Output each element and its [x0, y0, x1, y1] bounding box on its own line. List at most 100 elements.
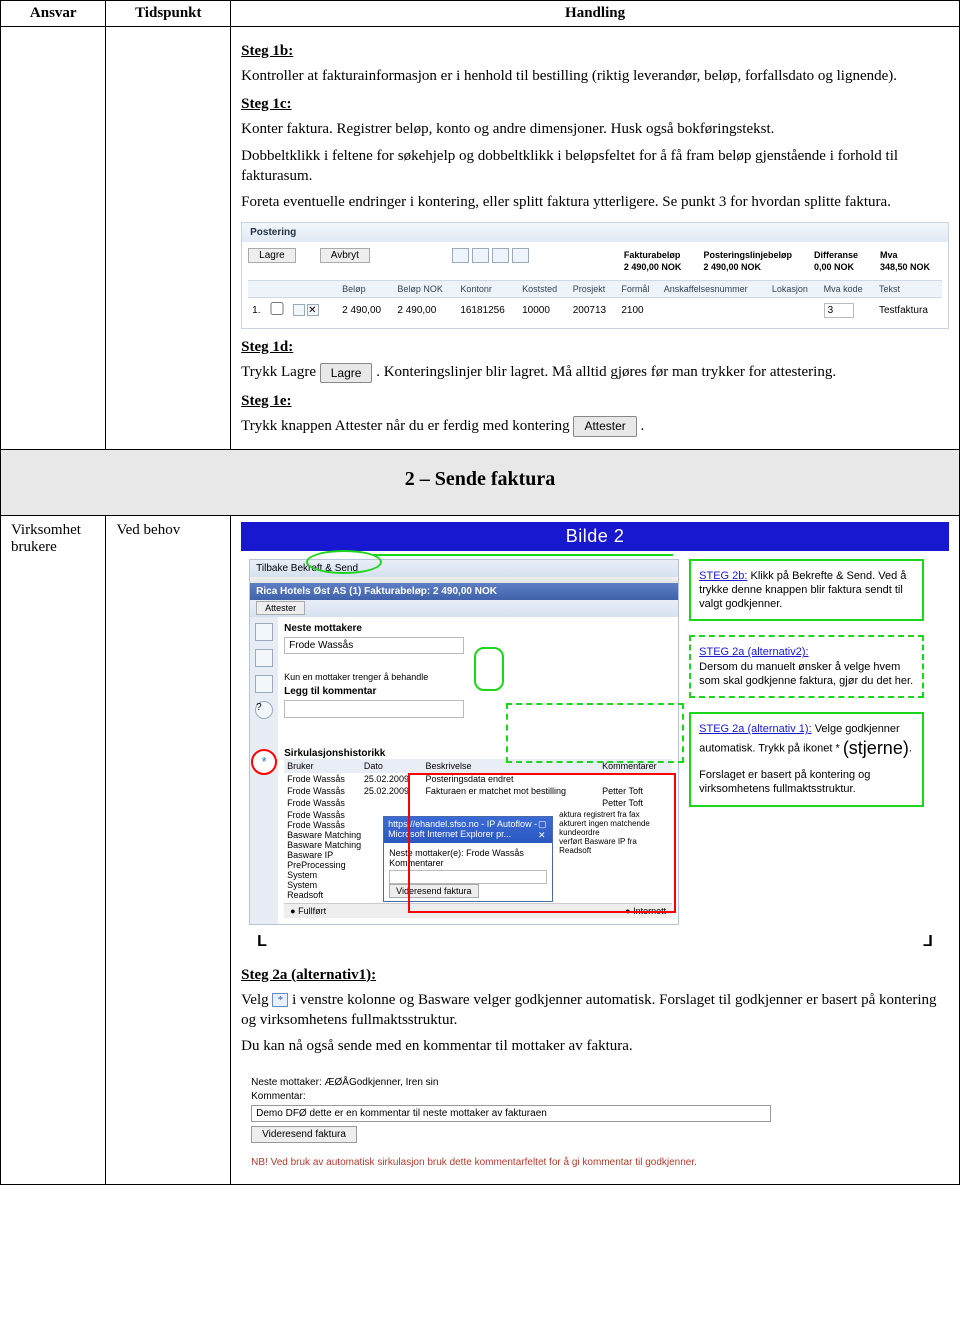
callout-2a2: STEG 2a (alternativ2): Dersom du manuelt… [689, 635, 924, 698]
mottaker-field[interactable]: Frode Wassås [284, 637, 464, 654]
section2-title: 2 – Sende faktura [1, 450, 959, 515]
sidebar-icon[interactable] [255, 623, 273, 641]
col-belop: Beløp [338, 281, 393, 298]
cell-konto: 16181256 [456, 298, 518, 323]
cell-belop: 2 490,00 [338, 298, 393, 323]
lagre-button[interactable]: Lagre [248, 248, 296, 263]
bilde2-app-window: Tilbake Bekreft & Send Rica Hotels Øst A… [249, 559, 679, 925]
callout-2a1: STEG 2a (alternativ 1): Velge godkjenner… [689, 712, 924, 806]
highlight-dashed-box-icon [506, 703, 684, 763]
summary-table: Fakturabeløp Posteringslinjebeløp Differ… [612, 248, 942, 274]
sum-v2: 2 490,00 NOK [693, 262, 802, 272]
postering-panel: Postering Lagre Avbryt Fakturabeløp Po [241, 222, 949, 329]
col-formal: Formål [617, 281, 659, 298]
s1d-pre: Trykk Lagre [241, 364, 320, 380]
cell-ansvar-2: Virksomhet brukere [1, 515, 106, 1185]
delete-icon[interactable]: ✕ [307, 304, 319, 316]
bilde2-figure: Bilde 2 Tilbake Bekreft & Send Rica Hote… [241, 522, 949, 957]
cell-tid-2: Ved behov [106, 515, 231, 1185]
cell-beloknok: 2 490,00 [393, 298, 456, 323]
s1e-post: . [641, 418, 645, 434]
sum-h2: Posteringslinjebeløp [693, 250, 802, 260]
outer-table: Ansvar Tidspunkt Handling Steg 1b: Kontr… [0, 0, 960, 1185]
cell-handling-2: Bilde 2 Tilbake Bekreft & Send Rica Hote… [231, 515, 960, 1185]
sum-v1: 2 490,00 NOK [614, 262, 692, 272]
figc-l1: Neste mottaker: ÆØÅGodkjenner, Iren sin [251, 1077, 939, 1088]
star-icon[interactable]: * [251, 749, 277, 775]
postering-title: Postering [242, 223, 948, 242]
row-checkbox[interactable] [270, 302, 284, 315]
toolbar-icons [452, 248, 529, 263]
copy-icon[interactable] [293, 304, 305, 316]
status-done: ● Fullført [290, 906, 326, 916]
sum-h4: Mva [870, 250, 940, 260]
toolbar-icon[interactable] [452, 248, 469, 263]
sum-v4: 348,50 NOK [870, 262, 940, 272]
toolbar-icon[interactable] [492, 248, 509, 263]
callout-2a2-text: Dersom du manuelt ønsker å velge hvem so… [699, 661, 913, 687]
callout-2a1-label: STEG 2a (alternativ 1): [699, 723, 812, 735]
cell-prosj: 200713 [569, 298, 618, 323]
col-tekst: Tekst [875, 281, 942, 298]
cell-tid-1 [106, 27, 231, 450]
th-bruker: Bruker [284, 759, 361, 773]
th-ansvar: Ansvar [1, 1, 106, 27]
cell-tekst: Testfaktura [875, 298, 942, 323]
steg-1e-title: Steg 1e: [241, 393, 949, 410]
figc-l2: Kommentar: [251, 1091, 939, 1102]
steg-2a-p1: Velg * i venstre kolonne og Basware velg… [241, 990, 949, 1031]
highlight-ring-icon [306, 550, 382, 574]
col-kost: Koststed [518, 281, 569, 298]
s1e-pre: Trykk knappen Attester når du er ferdig … [241, 418, 573, 434]
callout-2b-label: STEG 2b: [699, 570, 747, 582]
crop-mark-icon: L [923, 933, 933, 951]
sum-h1: Fakturabeløp [614, 250, 692, 260]
steg-1c-p1: Konter faktura. Registrer beløp, konto o… [241, 119, 949, 139]
cell-anskaff [660, 298, 768, 323]
sidebar-icon[interactable] [255, 649, 273, 667]
sum-h3: Differanse [804, 250, 868, 260]
stjerne-text: (stjerne) [843, 738, 909, 758]
sum-v3: 0,00 NOK [804, 262, 868, 272]
cell-lok [768, 298, 820, 323]
steg-1d-title: Steg 1d: [241, 339, 949, 356]
bilde2-title: Bilde 2 [241, 522, 949, 551]
steg-1b-text: Kontroller at fakturainformasjon er i he… [241, 66, 949, 86]
star-icon[interactable]: * [272, 993, 288, 1007]
toolbar-icon[interactable] [512, 248, 529, 263]
sidebar-icon[interactable] [255, 675, 273, 693]
attester-inline-button[interactable]: Attester [573, 416, 636, 436]
invoice-header: Rica Hotels Øst AS (1) Fakturabeløp: 2 4… [250, 583, 678, 600]
attester-button[interactable]: Attester [256, 601, 305, 615]
col-mva: Mva kode [820, 281, 875, 298]
col-lok: Lokasjon [768, 281, 820, 298]
mva-input[interactable] [824, 303, 854, 318]
col-konto: Kontonr [456, 281, 518, 298]
lagre-inline-button[interactable]: Lagre [320, 363, 373, 383]
th-tidspunkt: Tidspunkt [106, 1, 231, 27]
kommentar-panel: Neste mottaker: ÆØÅGodkjenner, Iren sin … [241, 1064, 949, 1178]
s2a-pre: Velg [241, 992, 272, 1008]
nb-text: NB! Ved bruk av automatisk sirkulasjon b… [251, 1157, 939, 1168]
steg-2a-title: Steg 2a (alternativ1): [241, 967, 949, 984]
cell-formal: 2100 [617, 298, 659, 323]
steg-1c-p2: Dobbeltklikk i feltene for søkehjelp og … [241, 146, 949, 187]
help-icon[interactable]: ? [255, 701, 273, 719]
posting-grid: Beløp Beløp NOK Kontonr Koststed Prosjek… [248, 280, 942, 322]
th-handling: Handling [231, 1, 960, 27]
cell-ansvar-1 [1, 27, 106, 450]
steg-2a-p2: Du kan nå også sende med en kommentar ti… [241, 1036, 949, 1056]
avbryt-button[interactable]: Avbryt [320, 248, 370, 263]
callout-2a2-label: STEG 2a (alternativ2): [699, 645, 914, 659]
toolbar-icon[interactable] [472, 248, 489, 263]
kommentar-input[interactable] [251, 1105, 771, 1122]
crop-mark-icon: L [257, 933, 267, 951]
s1d-post: . Konteringslinjer blir lagret. Må allti… [376, 364, 836, 380]
left-sidebar: ? * [250, 617, 278, 924]
callout-2a1-t3: Forslaget er basert på kontering og virk… [699, 769, 870, 795]
kommentar-field[interactable] [284, 700, 464, 718]
videresend-faktura-button[interactable]: Videresend faktura [251, 1126, 357, 1143]
col-prosj: Prosjekt [569, 281, 618, 298]
s2a-post: i venstre kolonne og Basware velger godk… [241, 992, 936, 1028]
callout-2a1-dot: . [909, 742, 912, 754]
